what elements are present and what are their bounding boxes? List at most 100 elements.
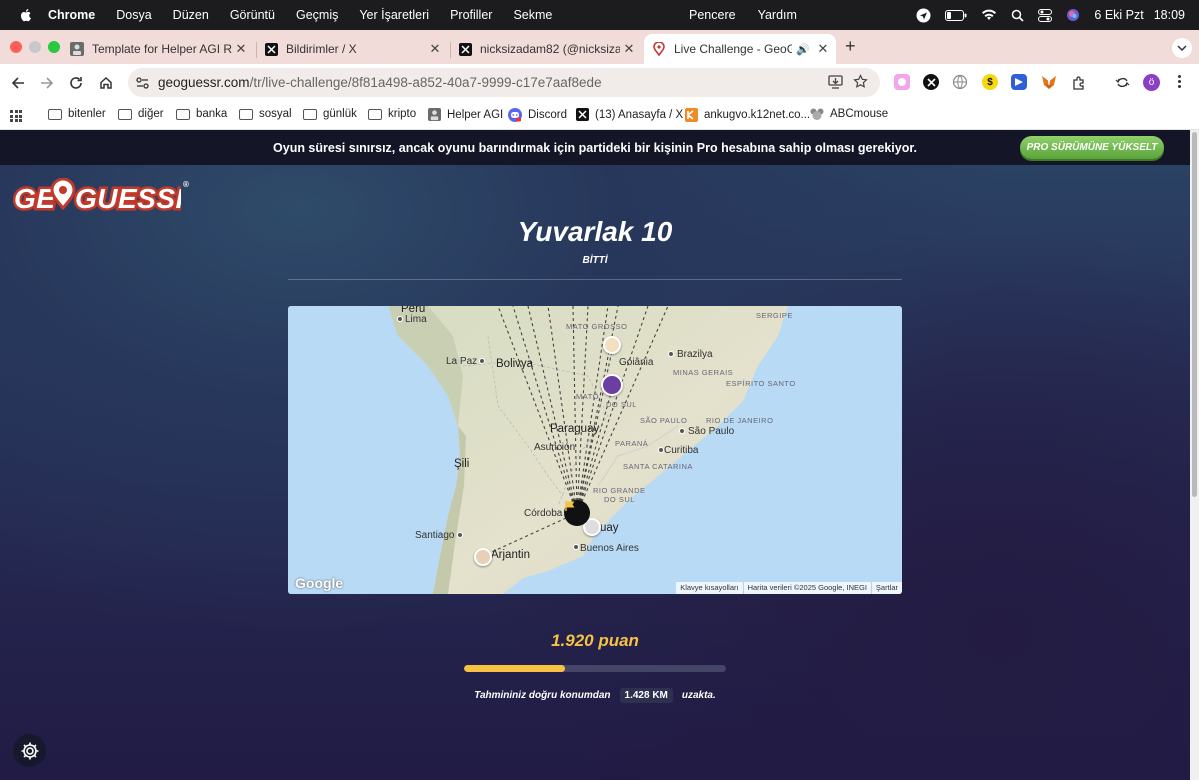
address-bar[interactable]: geoguessr.com/tr/live-challenge/8f81a498… xyxy=(128,68,880,97)
menu-edit[interactable]: Düzen xyxy=(173,8,209,22)
bookmark-folder-banka[interactable]: banka xyxy=(176,108,227,120)
tab-close-icon[interactable]: ✕ xyxy=(232,41,250,57)
browser-tab-strip: Template for Helper AGI Roles ✕ Bildirim… xyxy=(0,30,1199,64)
forward-arrow-icon[interactable] xyxy=(37,73,57,93)
window-zoom-button[interactable] xyxy=(48,41,60,53)
profile-avatar-icon[interactable]: ö xyxy=(1143,74,1160,91)
result-map[interactable]: Peru Lima MATO GROSSO SERGIPE Bolivya La… xyxy=(288,306,902,594)
new-tab-plus-icon[interactable]: + xyxy=(845,36,856,57)
extension-blue-icon[interactable] xyxy=(1011,74,1027,90)
window-minimize-button[interactable] xyxy=(29,41,41,53)
player-avatar-marker[interactable] xyxy=(474,548,492,566)
round-status: BİTTİ xyxy=(582,255,608,266)
metamask-fox-icon[interactable] xyxy=(1041,74,1057,90)
reload-icon[interactable] xyxy=(66,73,86,93)
back-arrow-icon[interactable] xyxy=(8,73,28,93)
score-progress-bar xyxy=(464,665,726,672)
install-app-icon[interactable] xyxy=(828,75,843,92)
google-watermark: Google xyxy=(295,575,344,591)
extension-globe-icon[interactable] xyxy=(952,74,968,90)
location-arrow-icon[interactable] xyxy=(916,8,931,23)
wifi-icon[interactable] xyxy=(981,9,997,21)
tab-close-icon[interactable]: ✕ xyxy=(814,41,832,57)
extension-x-icon[interactable] xyxy=(923,74,939,90)
helper-agi-icon xyxy=(428,108,441,121)
bookmark-star-icon[interactable] xyxy=(853,74,868,92)
bookmark-k12net[interactable]: ankugvo.k12net.co... xyxy=(685,108,810,122)
home-icon[interactable] xyxy=(96,73,116,93)
siri-icon[interactable] xyxy=(1066,8,1080,22)
scrollbar-thumb[interactable] xyxy=(1192,132,1197,497)
keyboard-shortcuts-link[interactable]: Klavye kısayolları xyxy=(676,582,742,594)
menu-window[interactable]: Pencere xyxy=(689,8,736,22)
spotlight-search-icon[interactable] xyxy=(1011,9,1024,22)
correct-location-flag-icon[interactable] xyxy=(564,500,590,526)
upgrade-pro-button[interactable]: PRO SÜRÜMÜNE YÜKSELT xyxy=(1020,136,1164,159)
extensions-puzzle-icon[interactable] xyxy=(1071,74,1087,90)
tab-close-icon[interactable]: ✕ xyxy=(620,41,638,57)
folder-icon xyxy=(239,108,253,120)
bookmark-x-anasayfa[interactable]: (13) Anasayfa / X xyxy=(576,108,683,121)
page-scrollbar[interactable] xyxy=(1190,130,1199,780)
menu-history[interactable]: Geçmiş xyxy=(296,8,338,22)
round-title: Yuvarlak 10 xyxy=(517,216,673,247)
tab-title: Live Challenge - GeoGuessr xyxy=(674,42,793,56)
bookmark-label: diğer xyxy=(138,108,164,120)
bookmark-folder-gunluk[interactable]: günlük xyxy=(303,108,357,120)
apps-grid-icon[interactable] xyxy=(10,110,22,122)
map-label-curitiba: Curitiba xyxy=(664,445,699,456)
map-city-dot xyxy=(397,316,403,322)
menu-bookmarks[interactable]: Yer İşaretleri xyxy=(359,8,429,22)
window-close-button[interactable] xyxy=(10,41,22,53)
bookmark-label: ABCmouse xyxy=(830,108,889,120)
geoguessr-logo[interactable]: GE GUESSR ® xyxy=(13,178,189,214)
tab-helper-agi[interactable]: Template for Helper AGI Roles ✕ xyxy=(62,34,254,64)
chrome-menu-icon[interactable] xyxy=(1178,75,1181,88)
player-avatar-marker[interactable] xyxy=(603,336,621,354)
map-label-la-paz: La Paz xyxy=(446,356,478,367)
distance-suffix: uzakta. xyxy=(681,690,716,701)
menubar-time[interactable]: 18:09 xyxy=(1154,8,1185,22)
settings-gear-button[interactable] xyxy=(13,734,46,767)
tab-bildirimler[interactable]: Bildirimler / X ✕ xyxy=(256,34,448,64)
bookmark-folder-sosyal[interactable]: sosyal xyxy=(239,108,292,120)
menubar-date[interactable]: 6 Eki Pzt xyxy=(1094,8,1143,22)
menu-help[interactable]: Yardım xyxy=(758,8,797,22)
map-label-do-sul: DO SUL xyxy=(606,400,637,409)
bookmark-folder-bitenler[interactable]: bitenler xyxy=(48,108,106,120)
bookmark-helper-agi[interactable]: Helper AGI xyxy=(428,108,503,121)
menu-view[interactable]: Görüntü xyxy=(230,8,275,22)
bookmark-abcmouse[interactable]: ABCmouse xyxy=(810,108,888,120)
menu-file[interactable]: Dosya xyxy=(116,8,151,22)
extension-yellow-icon[interactable]: $ xyxy=(982,74,998,90)
battery-icon[interactable] xyxy=(945,9,967,21)
apple-logo-icon[interactable] xyxy=(18,7,34,23)
menu-app-name[interactable]: Chrome xyxy=(48,8,95,22)
map-label-sergipe: SERGIPE xyxy=(756,311,793,320)
control-center-icon[interactable] xyxy=(1038,8,1053,22)
map-label-rio-grande: RIO GRANDE xyxy=(593,486,646,495)
tab-close-icon[interactable]: ✕ xyxy=(426,41,444,57)
map-label-arjantin: Arjantin xyxy=(491,549,530,561)
extension-pink-icon[interactable] xyxy=(894,74,910,90)
tab-nicksizadam[interactable]: nicksizadam82 (@nicksizadam) ✕ xyxy=(450,34,642,64)
tab-live-challenge[interactable]: Live Challenge - GeoGuessr 🔊 ✕ xyxy=(644,34,836,64)
menu-profiles[interactable]: Profiller xyxy=(450,8,492,22)
terms-link[interactable]: Şartlar xyxy=(870,582,902,594)
url-host: geoguessr.com xyxy=(158,75,250,90)
tab-audio-icon[interactable]: 🔊 xyxy=(796,43,810,56)
map-city-dot xyxy=(679,428,685,434)
bookmark-label: Discord xyxy=(528,109,567,121)
menu-tab[interactable]: Sekme xyxy=(513,8,552,22)
player-avatar-marker[interactable] xyxy=(601,374,623,396)
bookmark-folder-diger[interactable]: diğer xyxy=(118,108,164,120)
folder-icon xyxy=(368,108,382,120)
map-city-dot xyxy=(457,532,463,538)
tab-search-chevron-icon[interactable] xyxy=(1172,38,1192,58)
bookmark-folder-kripto[interactable]: kripto xyxy=(368,108,416,120)
map-city-dot xyxy=(479,358,485,364)
map-data-credit: Harita verileri ©2025 Google, INEGI xyxy=(742,582,871,594)
sync-icon[interactable] xyxy=(1114,74,1130,90)
site-info-icon[interactable] xyxy=(136,76,149,89)
bookmark-discord[interactable]: Discord xyxy=(508,108,567,122)
